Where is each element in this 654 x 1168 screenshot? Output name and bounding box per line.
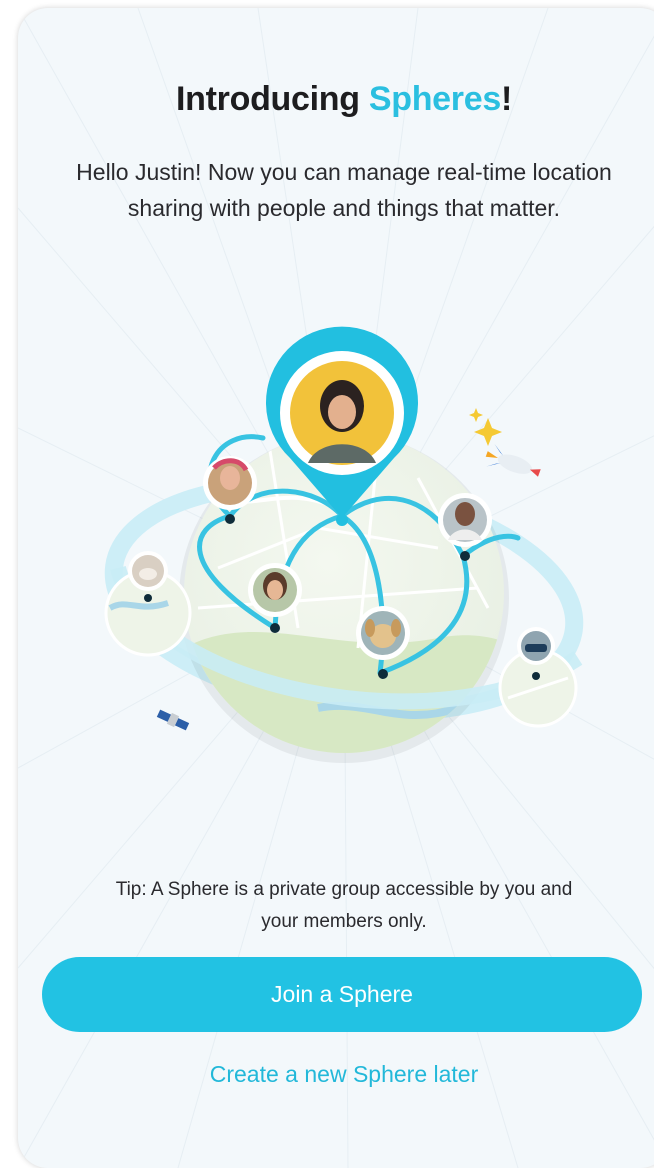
tip-text: Tip: A Sphere is a private group accessi… <box>115 879 573 932</box>
title-suffix: ! <box>500 80 512 118</box>
intro-card: Introducing Spheres! Hello Justin! Now y… <box>18 8 654 1168</box>
create-sphere-later-link[interactable]: Create a new Sphere later <box>18 1060 654 1089</box>
title-prefix: Introducing <box>176 80 369 118</box>
page-title: Introducing Spheres! <box>18 80 654 119</box>
page-subtitle: Hello Justin! Now you can manage real-ti… <box>76 159 612 221</box>
join-sphere-button[interactable]: Join a Sphere <box>42 957 642 1032</box>
title-accent: Spheres <box>368 80 501 118</box>
